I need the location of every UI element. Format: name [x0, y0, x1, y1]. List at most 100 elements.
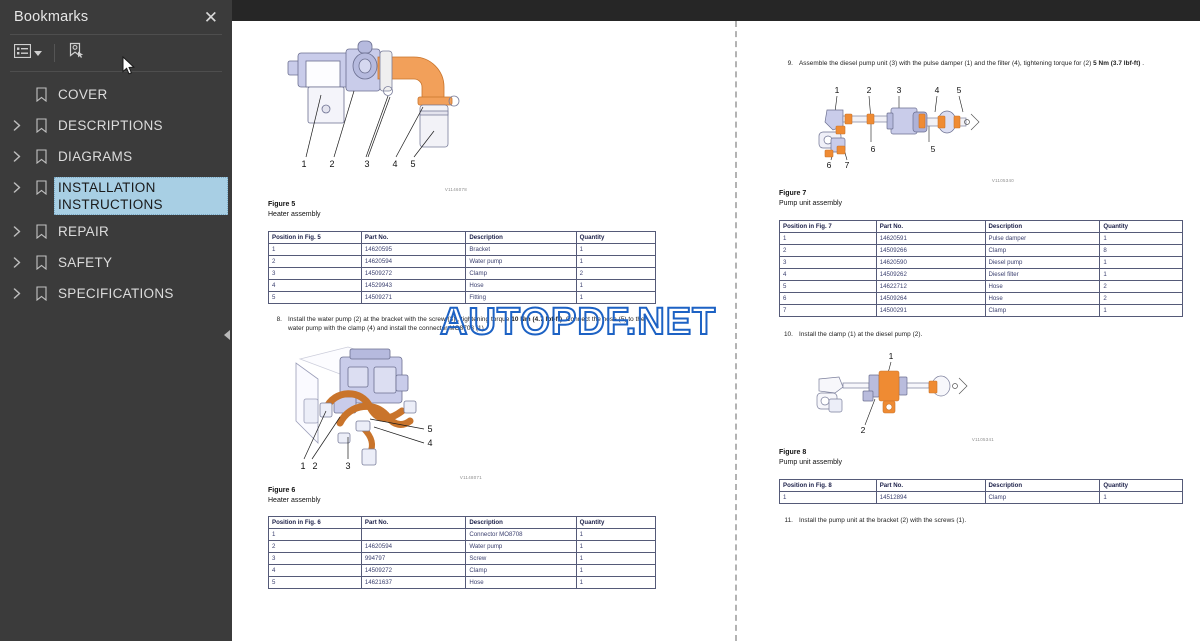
step-11: 11. Install the pump unit at the bracket…	[779, 516, 1183, 525]
figure6-parts-table: Position in Fig. 6 Part No. Description Qua…	[268, 516, 657, 589]
figure7-callout-6b: 6	[871, 144, 876, 154]
table-row: 5 14622712 Hose 2	[779, 280, 1183, 293]
figure8-parts-table: Position in Fig. 8 Part No. Description Qua…	[779, 479, 1183, 504]
new-bookmark-button[interactable]	[63, 39, 89, 68]
sidebar-item-label: COVER	[58, 87, 108, 102]
sidebar-item-safety[interactable]: SAFETY	[0, 249, 232, 280]
figure6-callout-2: 2	[312, 461, 317, 471]
bookmarks-sidebar: Bookmarks ✕ COVER DESCRIPTIONS DIAGRAMS …	[0, 0, 232, 641]
table-cell: 14509266	[875, 244, 986, 257]
table-header-cell: Quantity	[575, 516, 657, 529]
chevron-right-icon[interactable]	[6, 177, 28, 193]
table-cell: 1	[575, 255, 657, 268]
figure7-illustration-id: V1105340	[991, 178, 1014, 183]
close-icon[interactable]: ✕	[200, 7, 222, 28]
pdf-page-left: 1 2 3 4 5 V1146078 Figure 5 Heater assem…	[268, 21, 736, 641]
figure7-parts-table: Position in Fig. 7 Part No. Description Qua…	[779, 220, 1183, 317]
table-row: 1 14620591 Pulse damper 1	[779, 232, 1183, 245]
figure5-caption-title: Figure 5	[268, 201, 296, 208]
bookmark-icon	[28, 283, 54, 301]
figure6-callout-5: 5	[427, 424, 432, 434]
table-cell: Water pump	[465, 255, 577, 268]
table-row: 2 14620594 Water pump 1	[268, 540, 657, 553]
chevron-right-icon[interactable]	[6, 115, 28, 131]
table-header-cell: Part No.	[360, 231, 467, 244]
figure5-callout-3: 3	[364, 159, 369, 169]
sidebar-item-installation-instructions[interactable]: INSTALLATION INSTRUCTIONS	[0, 174, 232, 218]
figure7-illustration: 1 2 3 4 5 6 5 6 7 V1105340	[795, 80, 1200, 183]
step-8: 8. Install the water pump (2) at the bra…	[268, 315, 660, 333]
table-row: 2 14620594 Water pump 1	[268, 255, 657, 268]
table-cell: 14622712	[875, 280, 986, 293]
sidebar-collapse-button[interactable]	[222, 310, 232, 360]
figure5-illustration: 1 2 3 4 5 V1146078	[268, 39, 736, 192]
table-row: 5 14621637 Hose 1	[268, 576, 657, 589]
sidebar-item-label: SPECIFICATIONS	[58, 286, 174, 301]
table-cell: 5	[779, 280, 877, 293]
sidebar-item-label: DIAGRAMS	[58, 149, 133, 164]
bookmark-icon	[28, 252, 54, 270]
figure6-parts-table-wrap: Position in Fig. 6 Part No. Description Qua…	[268, 516, 657, 589]
table-cell: 1	[1099, 491, 1183, 504]
table-cell: Pulse damper	[984, 232, 1101, 245]
table-cell: 8	[1099, 244, 1183, 257]
bookmark-icon	[28, 221, 54, 239]
sidebar-item-label: SAFETY	[58, 255, 113, 270]
chevron-right-icon[interactable]	[6, 283, 28, 299]
table-header-row: Position in Fig. 5 Part No. Description Qua…	[268, 231, 657, 244]
table-cell: 14512894	[875, 491, 986, 504]
viewer-toolbar[interactable]	[232, 0, 1200, 21]
table-header-cell: Position in Fig. 7	[779, 220, 877, 233]
table-cell: 1	[1099, 268, 1183, 281]
table-header-cell: Description	[984, 479, 1101, 492]
table-cell: Hose	[465, 576, 577, 589]
chevron-right-icon[interactable]	[6, 252, 28, 268]
table-header-cell: Quantity	[1099, 220, 1183, 233]
table-header-cell: Position in Fig. 8	[779, 479, 877, 492]
table-cell: Bracket	[465, 243, 577, 256]
table-header-cell: Description	[465, 516, 577, 529]
bookmark-icon	[28, 115, 54, 133]
chevron-right-icon[interactable]	[6, 146, 28, 162]
table-header-cell: Part No.	[360, 516, 467, 529]
table-row: 1 Connector MO8708 1	[268, 528, 657, 541]
list-view-icon	[13, 43, 32, 63]
figure6-caption-title: Figure 6	[268, 487, 296, 494]
table-cell: 14529943	[360, 279, 467, 292]
table-cell: 1	[779, 491, 877, 504]
table-cell: 4	[779, 268, 877, 281]
table-cell: Clamp	[984, 244, 1101, 257]
chevron-right-icon[interactable]	[6, 221, 28, 237]
figure5-caption-sub: Heater assembly	[268, 211, 321, 218]
figure6-caption-sub: Heater assembly	[268, 497, 321, 504]
table-header-row: Position in Fig. 7 Part No. Description Qua…	[779, 220, 1183, 233]
figure5-parts-table-wrap: Position in Fig. 5 Part No. Description Qua…	[268, 231, 657, 304]
table-cell: Fitting	[465, 291, 577, 304]
table-cell: 2	[779, 244, 877, 257]
table-cell: 1	[575, 291, 657, 304]
table-cell: Hose	[984, 292, 1101, 305]
table-cell: Clamp	[984, 304, 1101, 317]
sidebar-item-descriptions[interactable]: DESCRIPTIONS	[0, 112, 232, 143]
sidebar-item-specifications[interactable]: SPECIFICATIONS	[0, 280, 232, 311]
bookmark-icon	[28, 177, 54, 195]
table-cell: 14620594	[360, 540, 467, 553]
table-cell: 994797	[360, 552, 467, 565]
list-view-button[interactable]	[10, 41, 46, 66]
table-cell: 14620590	[875, 256, 986, 269]
step-8-number: 8.	[276, 316, 282, 323]
sidebar-item-diagrams[interactable]: DIAGRAMS	[0, 143, 232, 174]
figure5-callout-2: 2	[329, 159, 334, 169]
sidebar-item-label: REPAIR	[58, 224, 110, 239]
figure7-caption: Figure 7 Pump unit assembly	[779, 189, 1200, 209]
table-cell: 4	[268, 564, 362, 577]
table-cell: 2	[1099, 280, 1183, 293]
sidebar-item-repair[interactable]: REPAIR	[0, 218, 232, 249]
table-header-cell: Position in Fig. 5	[268, 231, 362, 244]
step-8-text: Install the water pump (2) at the bracke…	[288, 315, 660, 333]
chevron-down-icon	[34, 50, 42, 56]
document-pages[interactable]: 1 2 3 4 5 V1146078 Figure 5 Heater assem…	[232, 21, 1200, 641]
table-cell: 14620591	[875, 232, 986, 245]
sidebar-item-cover[interactable]: COVER	[0, 81, 232, 112]
